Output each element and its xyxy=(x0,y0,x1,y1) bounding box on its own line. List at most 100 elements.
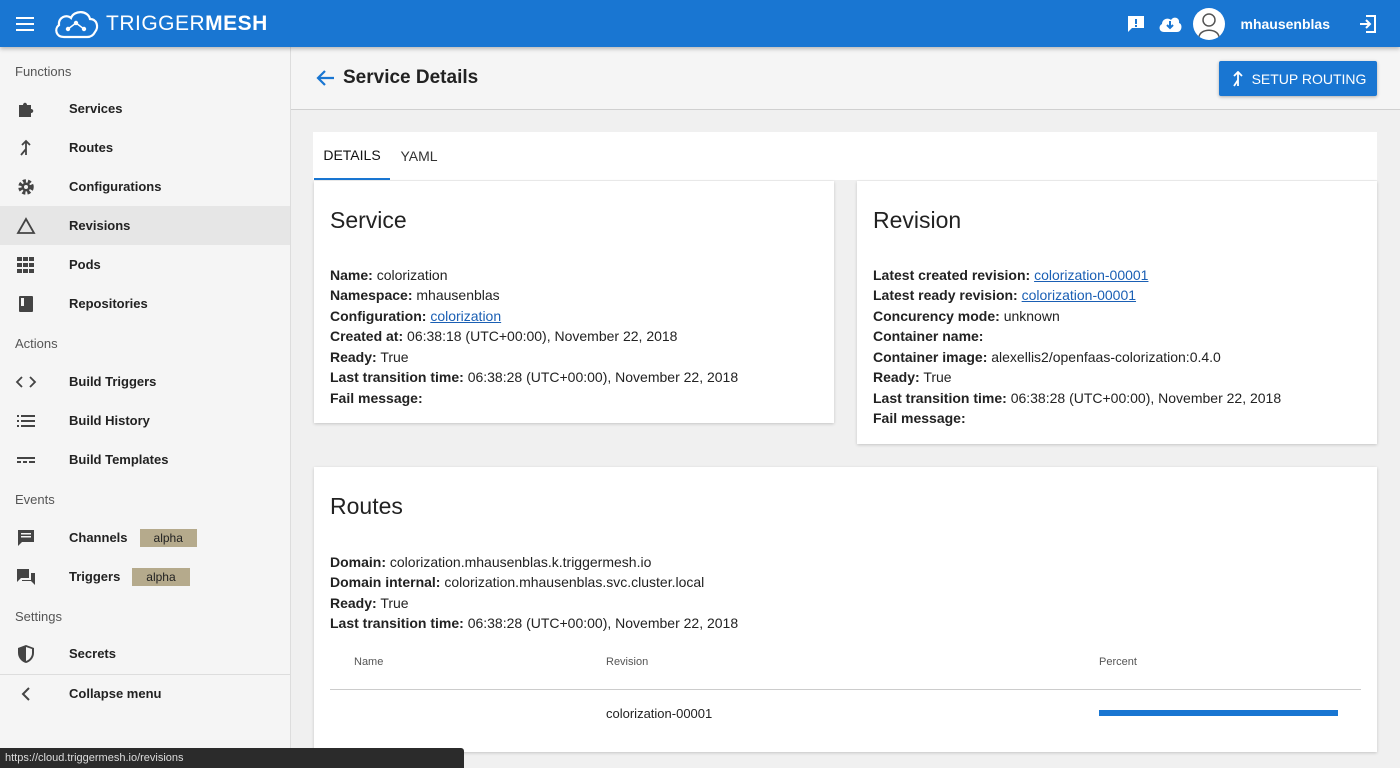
sidebar-item-label: Build Triggers xyxy=(69,374,157,389)
sidebar-item-repositories[interactable]: Repositories xyxy=(0,284,290,323)
sidebar-item-build-templates[interactable]: Build Templates xyxy=(0,440,290,479)
service-created-field: Created at: 06:38:18 (UTC+00:00), Novemb… xyxy=(330,328,678,344)
routes-transition-field: Last transition time: 06:38:28 (UTC+00:0… xyxy=(330,615,739,631)
sidebar-item-label: Channels xyxy=(69,530,128,545)
page-header: Service Details SETUP ROUTING xyxy=(291,47,1400,110)
gear-icon xyxy=(14,175,38,199)
forum-icon xyxy=(14,565,38,589)
logout-icon[interactable] xyxy=(1348,0,1388,47)
chevron-left-icon xyxy=(14,682,38,706)
avatar[interactable] xyxy=(1192,7,1225,40)
route-revision-cell: colorization-00001 xyxy=(606,706,713,721)
revision-transition-field: Last transition time: 06:38:28 (UTC+00:0… xyxy=(873,390,1282,406)
grid-icon xyxy=(14,253,38,277)
revision-latest-ready-field: Latest ready revision: colorization-0000… xyxy=(873,287,1137,303)
tab-bar: DETAILS YAML xyxy=(313,132,1377,180)
template-icon xyxy=(14,448,38,472)
service-fail-message-field: Fail message: xyxy=(330,390,423,406)
tab-yaml[interactable]: YAML xyxy=(390,132,448,180)
sidebar-item-label: Repositories xyxy=(69,296,148,311)
revision-fail-message-field: Fail message: xyxy=(873,410,966,426)
table-divider xyxy=(330,689,1361,690)
chat-icon xyxy=(14,526,38,550)
back-arrow-icon[interactable] xyxy=(315,67,337,89)
username[interactable]: mhausenblas xyxy=(1241,16,1330,32)
feedback-icon[interactable] xyxy=(1119,0,1153,47)
sidebar-section-events: Events xyxy=(15,492,55,507)
revision-container-name-field: Container name: xyxy=(873,328,984,344)
sidebar-item-build-history[interactable]: Build History xyxy=(0,401,290,440)
column-header-revision[interactable]: Revision xyxy=(606,656,648,668)
latest-ready-revision-link[interactable]: colorization-00001 xyxy=(1022,287,1136,303)
sidebar-item-label: Routes xyxy=(69,140,114,155)
service-card: Service Name: colorization Namespace: mh… xyxy=(314,181,834,423)
code-icon xyxy=(14,370,38,394)
service-ready-field: Ready: True xyxy=(330,349,409,365)
service-transition-field: Last transition time: 06:38:28 (UTC+00:0… xyxy=(330,369,739,385)
app-bar: TRIGGERMESH mhausenblas xyxy=(0,0,1400,47)
revision-latest-created-field: Latest created revision: colorization-00… xyxy=(873,267,1149,283)
tab-details[interactable]: DETAILS xyxy=(314,132,390,180)
service-card-title: Service xyxy=(330,207,407,233)
setup-routing-label: SETUP ROUTING xyxy=(1251,70,1367,87)
alpha-badge: alpha xyxy=(139,528,197,547)
sidebar-item-label: Services xyxy=(69,101,123,116)
routes-domain-field: Domain: colorization.mhausenblas.k.trigg… xyxy=(330,554,652,570)
revision-container-image-field: Container image: alexellis2/openfaas-col… xyxy=(873,349,1221,365)
merge-icon xyxy=(14,136,38,160)
sidebar: Functions Services Routes Configurations… xyxy=(0,47,291,768)
latest-created-revision-link[interactable]: colorization-00001 xyxy=(1034,267,1148,283)
sidebar-item-label: Revisions xyxy=(69,218,131,233)
sidebar-item-revisions[interactable]: Revisions xyxy=(0,206,290,245)
hamburger-menu-icon[interactable] xyxy=(0,0,52,47)
triangle-icon xyxy=(14,214,38,238)
triggermesh-logo[interactable]: TRIGGERMESH xyxy=(52,0,268,47)
column-header-name[interactable]: Name xyxy=(354,656,383,668)
puzzle-icon xyxy=(14,97,38,121)
service-name-field: Name: colorization xyxy=(330,267,448,283)
page-title: Service Details xyxy=(343,67,479,88)
revision-ready-field: Ready: True xyxy=(873,369,952,385)
logo-text: TRIGGERMESH xyxy=(106,11,268,35)
sidebar-item-channels[interactable]: Channels alpha xyxy=(0,518,290,557)
revision-card-title: Revision xyxy=(873,207,962,233)
status-bar-url: https://cloud.triggermesh.io/revisions xyxy=(0,748,464,768)
sidebar-item-label: Configurations xyxy=(69,179,162,194)
sidebar-item-label: Build Templates xyxy=(69,452,169,467)
service-configuration-field: Configuration: colorization xyxy=(330,308,502,324)
revision-concurrency-field: Concurency mode: unknown xyxy=(873,308,1060,324)
sidebar-section-functions: Functions xyxy=(15,64,72,79)
shield-icon xyxy=(14,642,38,666)
setup-routing-button[interactable]: SETUP ROUTING xyxy=(1219,61,1377,96)
sidebar-item-secrets[interactable]: Secrets xyxy=(0,634,290,673)
sidebar-item-label: Build History xyxy=(69,413,150,428)
cloud-logo-icon xyxy=(55,10,99,38)
route-percent-fill xyxy=(1099,710,1338,716)
alpha-badge: alpha xyxy=(132,567,190,586)
merge-icon xyxy=(1232,70,1243,86)
configuration-link[interactable]: colorization xyxy=(430,308,501,324)
sidebar-section-settings: Settings xyxy=(15,609,62,624)
cloud-download-icon[interactable] xyxy=(1153,0,1187,47)
sidebar-item-configurations[interactable]: Configurations xyxy=(0,167,290,206)
sidebar-item-build-triggers[interactable]: Build Triggers xyxy=(0,362,290,401)
routes-domain-internal-field: Domain internal: colorization.mhausenbla… xyxy=(330,574,705,590)
sidebar-item-label: Pods xyxy=(69,257,101,272)
list-icon xyxy=(14,409,38,433)
routes-card-title: Routes xyxy=(330,493,403,519)
sidebar-item-pods[interactable]: Pods xyxy=(0,245,290,284)
revision-card: Revision Latest created revision: colori… xyxy=(857,181,1377,444)
sidebar-item-label: Secrets xyxy=(69,646,116,661)
sidebar-item-routes[interactable]: Routes xyxy=(0,128,290,167)
column-header-percent[interactable]: Percent xyxy=(1099,656,1137,668)
sidebar-section-actions: Actions xyxy=(15,336,58,351)
sidebar-item-services[interactable]: Services xyxy=(0,89,290,128)
route-percent-bar xyxy=(1099,710,1338,716)
book-icon xyxy=(14,292,38,316)
sidebar-item-triggers[interactable]: Triggers alpha xyxy=(0,557,290,596)
routes-ready-field: Ready: True xyxy=(330,595,409,611)
sidebar-item-label: Triggers xyxy=(69,569,121,584)
service-namespace-field: Namespace: mhausenblas xyxy=(330,287,500,303)
sidebar-item-label: Collapse menu xyxy=(69,686,162,701)
collapse-menu-button[interactable]: Collapse menu xyxy=(0,674,290,713)
